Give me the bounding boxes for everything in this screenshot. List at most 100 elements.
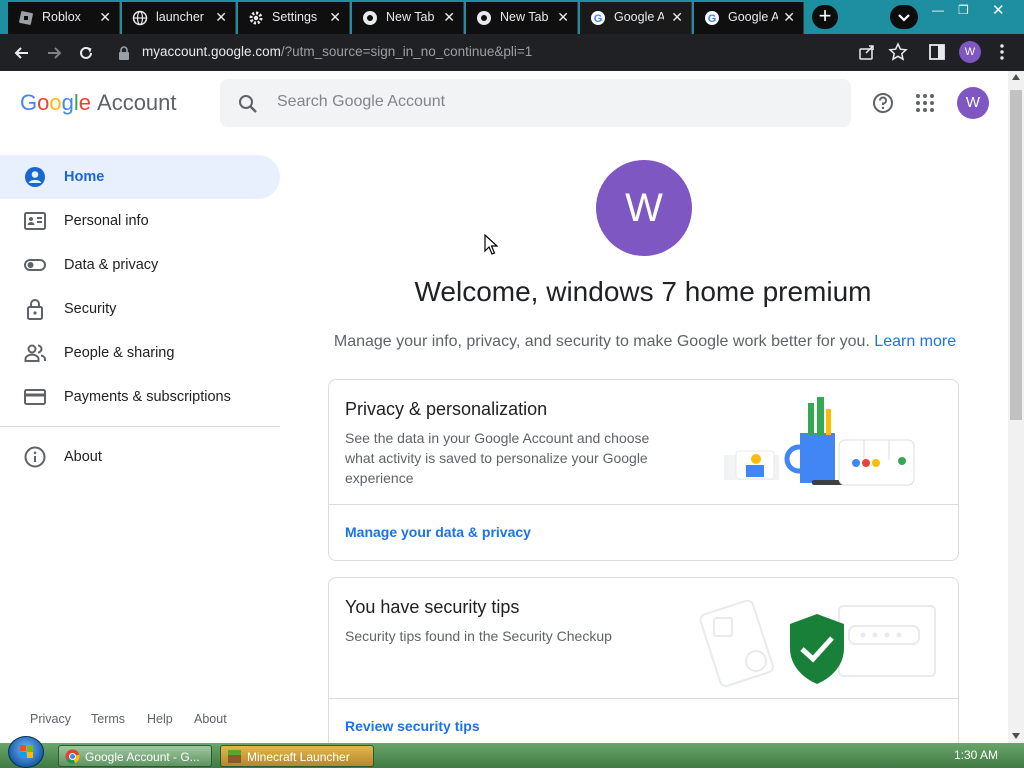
card-title: You have security tips xyxy=(345,597,520,617)
tab-label: Google A xyxy=(614,10,664,24)
taskbar-button-chrome[interactable]: Google Account - G... xyxy=(58,745,212,767)
tab-label: Roblox xyxy=(42,10,81,24)
share-icon[interactable] xyxy=(858,43,876,61)
people-icon xyxy=(24,344,46,362)
sidebar-item-label: People & sharing xyxy=(64,345,175,361)
tab-google-account[interactable]: G Google A ✕ xyxy=(580,2,692,34)
scroll-down-icon[interactable] xyxy=(1012,733,1020,739)
back-icon[interactable] xyxy=(12,43,32,63)
forward-icon[interactable] xyxy=(44,43,64,63)
close-icon[interactable]: ✕ xyxy=(671,9,683,26)
new-tab-button[interactable]: + xyxy=(812,5,838,29)
tab-search-button[interactable] xyxy=(890,5,918,29)
person-circle-icon xyxy=(25,167,45,187)
logo-letter: e xyxy=(78,90,92,115)
profile-avatar-large[interactable]: W xyxy=(596,160,692,256)
taskbar-button-minecraft[interactable]: Minecraft Launcher xyxy=(220,745,374,767)
card-description: Security tips found in the Security Chec… xyxy=(345,628,612,644)
search-input[interactable]: Search Google Account xyxy=(220,79,851,127)
card-description: See the data in your Google Account and … xyxy=(345,430,650,486)
tab-strip: Roblox ✕ launcher ✕ Settings ✕ New Tab ✕… xyxy=(0,0,1024,34)
system-clock[interactable]: 1:30 AM xyxy=(954,748,998,762)
footer-link-help[interactable]: Help xyxy=(147,712,173,726)
sidebar-item-payments[interactable]: Payments & subscriptions xyxy=(0,375,280,419)
logo-letter: o xyxy=(49,90,62,115)
chevron-down-icon xyxy=(898,14,910,22)
card-divider xyxy=(329,504,958,505)
taskbar-button-label: Google Account - G... xyxy=(85,750,200,764)
logo-letter: g xyxy=(61,90,74,115)
sidebar-item-home[interactable]: Home xyxy=(0,155,280,199)
id-card-icon xyxy=(24,212,46,230)
help-icon[interactable] xyxy=(872,92,894,114)
account-avatar[interactable]: W xyxy=(957,87,989,119)
sidebar-divider xyxy=(0,426,280,427)
close-icon[interactable]: ✕ xyxy=(329,9,341,26)
bookmark-star-icon[interactable] xyxy=(888,42,908,62)
manage-data-privacy-link[interactable]: Manage your data & privacy xyxy=(345,524,531,540)
chrome-icon xyxy=(65,749,80,764)
minimize-icon[interactable]: — xyxy=(932,3,944,17)
footer-link-terms[interactable]: Terms xyxy=(91,712,125,726)
review-security-tips-link[interactable]: Review security tips xyxy=(345,718,480,734)
tab-label: New Tab xyxy=(386,10,435,24)
sidebar-item-label: Personal info xyxy=(64,213,149,229)
scrollbar-thumb[interactable] xyxy=(1010,90,1022,420)
privacy-personalization-card[interactable]: Privacy & personalization See the data i… xyxy=(328,379,959,561)
footer-link-about[interactable]: About xyxy=(194,712,227,726)
info-icon xyxy=(24,446,46,468)
lock-icon xyxy=(27,299,43,320)
security-illustration-icon xyxy=(699,599,936,687)
google-icon: G xyxy=(591,11,605,25)
url-text[interactable]: myaccount.google.com/?utm_source=sign_in… xyxy=(142,44,532,59)
close-window-icon[interactable]: ✕ xyxy=(992,1,1005,19)
search-icon xyxy=(239,95,257,113)
windows-logo-icon xyxy=(20,745,33,758)
footer-link-privacy[interactable]: Privacy xyxy=(30,712,71,726)
search-placeholder: Search Google Account xyxy=(277,93,446,110)
tab-new-tab[interactable]: New Tab ✕ xyxy=(466,2,578,34)
close-icon[interactable]: ✕ xyxy=(783,9,795,26)
kebab-menu-icon[interactable] xyxy=(998,43,1006,61)
roblox-icon xyxy=(19,11,33,25)
learn-more-link[interactable]: Learn more xyxy=(874,333,956,350)
tab-launcher[interactable]: launcher ✕ xyxy=(122,2,236,34)
lock-icon xyxy=(119,46,129,60)
scroll-up-icon[interactable] xyxy=(1012,74,1020,80)
start-button[interactable] xyxy=(8,736,44,768)
side-panel-icon[interactable] xyxy=(928,43,946,61)
svg-text:G: G xyxy=(594,13,603,25)
tab-google-account[interactable]: G Google A ✕ xyxy=(694,2,804,34)
tab-new-tab[interactable]: New Tab ✕ xyxy=(352,2,464,34)
close-icon[interactable]: ✕ xyxy=(443,9,455,26)
close-icon[interactable]: ✕ xyxy=(557,9,569,26)
sidebar-item-people-sharing[interactable]: People & sharing xyxy=(0,331,280,375)
tab-label: New Tab xyxy=(500,10,549,24)
sidebar-item-security[interactable]: Security xyxy=(0,287,280,331)
chrome-icon xyxy=(363,11,377,25)
reload-icon[interactable] xyxy=(76,43,96,63)
sidebar-item-label: Payments & subscriptions xyxy=(64,389,231,405)
apps-grid-icon[interactable] xyxy=(915,93,935,113)
sidebar-item-personal-info[interactable]: Personal info xyxy=(0,199,280,243)
logo-suffix: Account xyxy=(97,90,177,115)
tab-roblox[interactable]: Roblox ✕ xyxy=(8,2,120,34)
close-icon[interactable]: ✕ xyxy=(99,9,111,26)
tab-label: Google A xyxy=(728,10,778,24)
google-account-logo[interactable]: Google Account xyxy=(20,90,177,116)
security-tips-card[interactable]: You have security tips Security tips fou… xyxy=(328,577,959,757)
tab-settings[interactable]: Settings ✕ xyxy=(238,2,350,34)
page-subtitle: Manage your info, privacy, and security … xyxy=(300,333,990,351)
sidebar-item-data-privacy[interactable]: Data & privacy xyxy=(0,243,280,287)
subtitle-text: Manage your info, privacy, and security … xyxy=(333,333,870,350)
page-title: Welcome, windows 7 home premium xyxy=(414,276,872,307)
privacy-illustration-icon xyxy=(724,397,915,486)
logo-letter: G xyxy=(20,90,38,115)
sidebar-item-about[interactable]: About xyxy=(0,435,280,479)
profile-avatar[interactable]: W xyxy=(959,41,981,63)
close-icon[interactable]: ✕ xyxy=(215,9,227,26)
minecraft-icon xyxy=(228,750,241,763)
restore-icon[interactable]: ❐ xyxy=(958,3,969,17)
sidebar-item-label: Security xyxy=(64,301,117,317)
logo-letter: o xyxy=(37,90,50,115)
